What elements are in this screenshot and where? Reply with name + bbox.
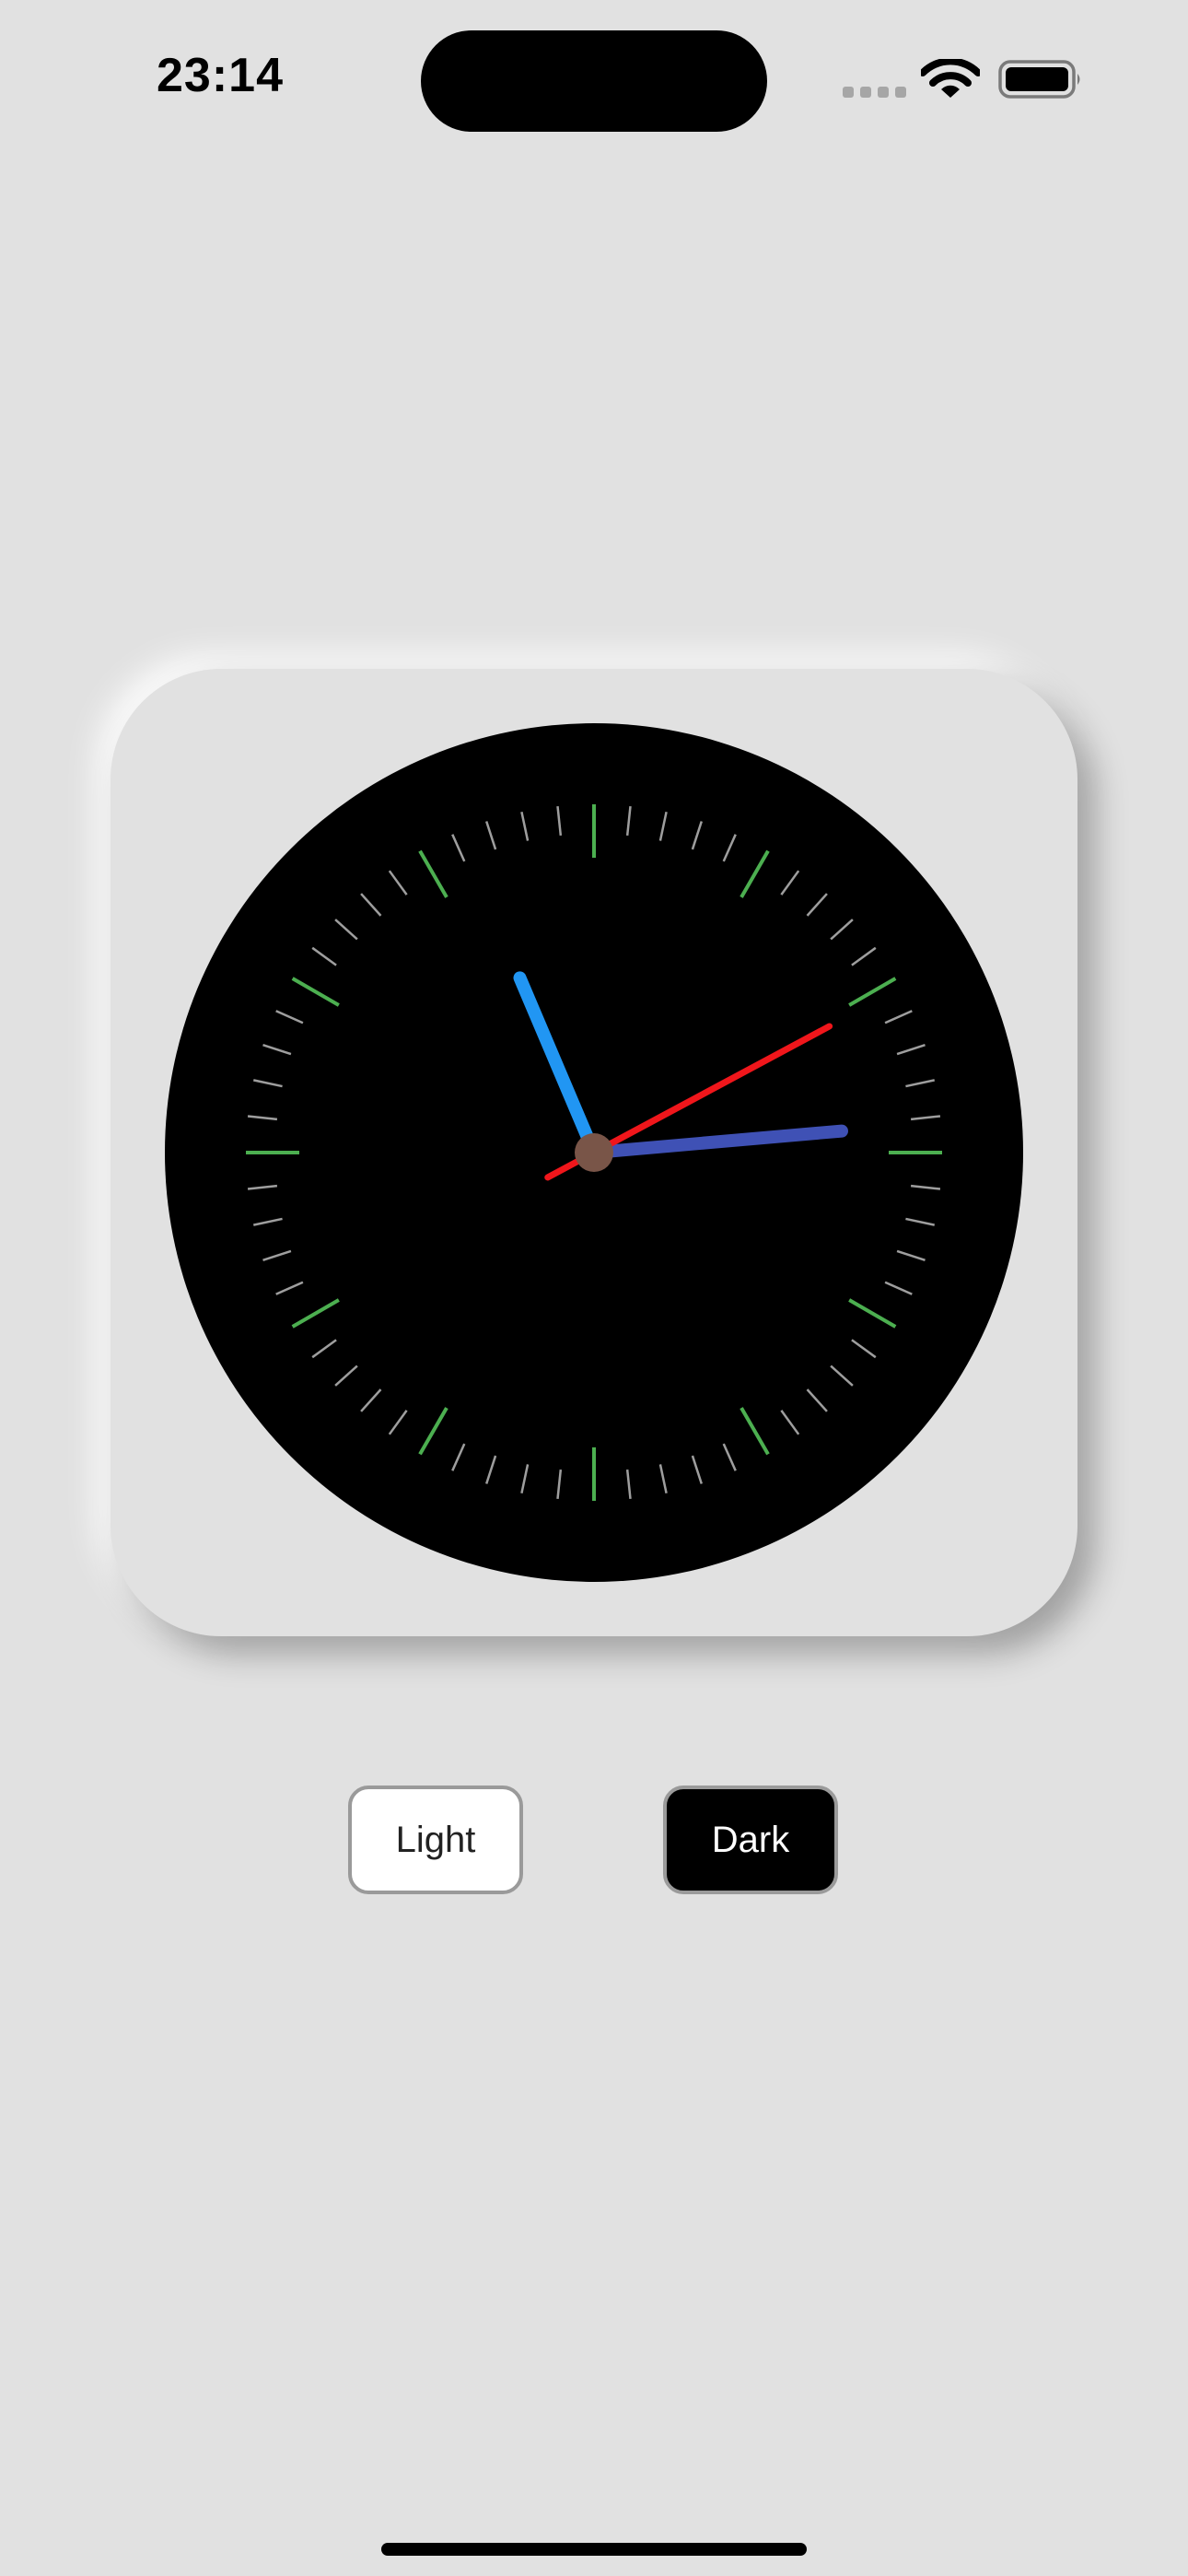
wifi-icon [921, 59, 980, 98]
home-indicator [381, 2543, 807, 2556]
light-theme-button[interactable]: Light [348, 1786, 523, 1894]
cellular-signal-icon [843, 87, 906, 98]
battery-icon [998, 60, 1080, 99]
dynamic-island [421, 30, 767, 132]
analog-clock [165, 723, 1023, 1582]
dark-theme-button[interactable]: Dark [663, 1786, 838, 1894]
status-time: 23:14 [157, 49, 284, 102]
clock-center-dot [575, 1133, 613, 1172]
